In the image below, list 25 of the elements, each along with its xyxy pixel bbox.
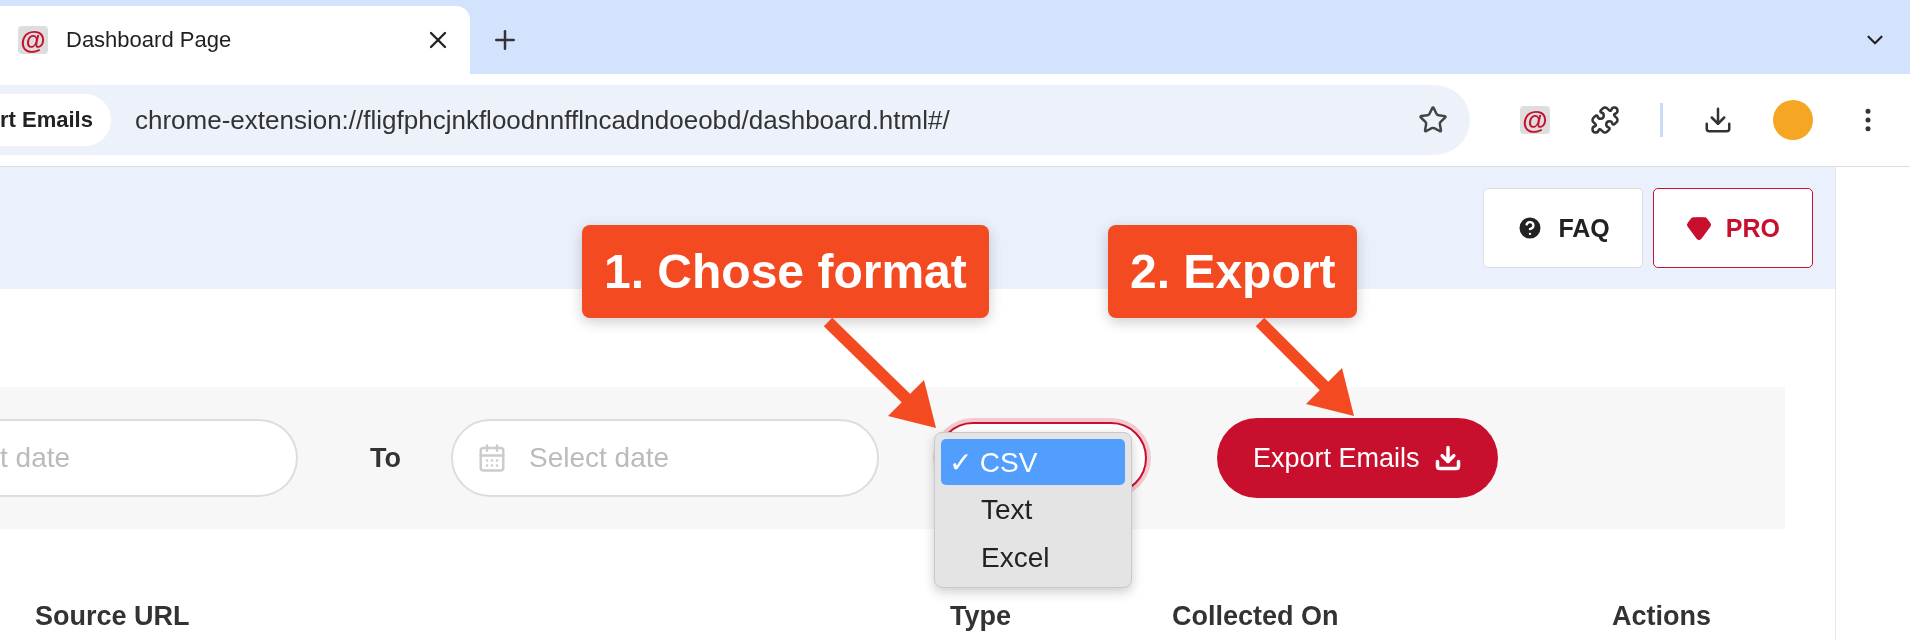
at-sign-icon[interactable]: @: [1520, 106, 1550, 134]
download-icon[interactable]: [1703, 105, 1733, 135]
calendar-icon: [477, 443, 507, 473]
site-chip[interactable]: rt Emails: [0, 94, 111, 146]
export-button[interactable]: Export Emails: [1217, 418, 1498, 498]
star-icon[interactable]: [1418, 105, 1448, 135]
download-icon: [1433, 444, 1462, 472]
url-text: chrome-extension://fligfphcjnkfloodnnfflncadndoeobd/dashboard.html#/: [134, 104, 951, 136]
at-sign-icon: @: [18, 26, 48, 54]
column-header: Collected On: [1172, 600, 1340, 632]
pro-button[interactable]: PRO: [1652, 188, 1813, 268]
puzzle-icon[interactable]: [1590, 105, 1620, 135]
menu-item[interactable]: Text: [941, 487, 1125, 533]
column-header: Source URL: [35, 600, 191, 632]
callout: 2. Export: [1108, 225, 1358, 318]
column-header: Type: [950, 600, 1012, 632]
faq-button[interactable]: FAQ: [1483, 188, 1643, 268]
column-header: Actions: [1612, 600, 1712, 632]
tab-title: Dashboard Page: [66, 27, 233, 53]
address-bar[interactable]: rt Emails chrome-extension://fligfphcjnkfloodnnfflncadndoeobd/dashboard.html#/: [0, 85, 1470, 155]
gem-icon: [1685, 215, 1712, 241]
menu-item[interactable]: Excel: [941, 535, 1125, 581]
browser-tab[interactable]: @ Dashboard Page: [0, 6, 470, 74]
to-label: To: [370, 442, 401, 474]
callout: 1. Chose format: [582, 225, 989, 318]
